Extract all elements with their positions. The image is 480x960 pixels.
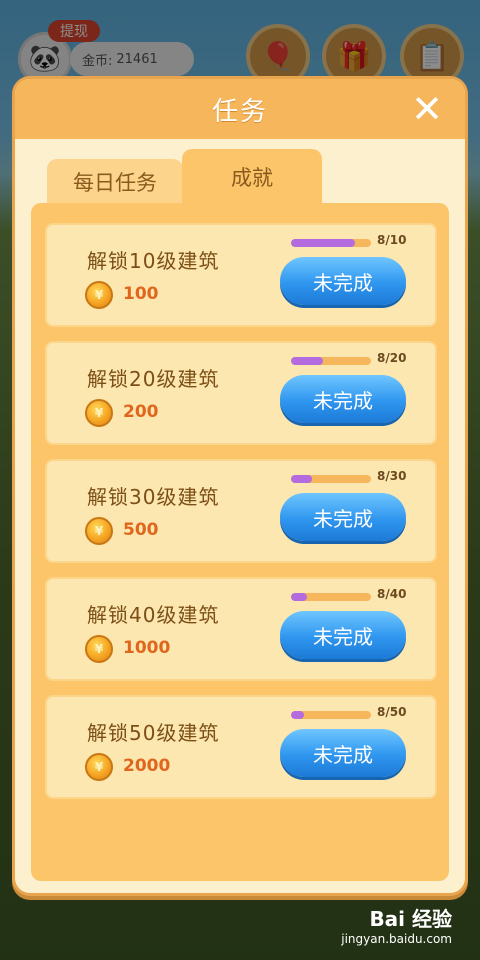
achievement-card: 解锁30级建筑 ¥ 500 8/30 未完成: [45, 459, 437, 563]
coin-icon: ¥: [85, 281, 113, 309]
reward-amount: 100: [123, 284, 159, 304]
tab-bar: 每日任务 成就: [47, 149, 447, 205]
progress-bar: [291, 475, 371, 483]
achievement-card: 解锁50级建筑 ¥ 2000 8/50 未完成: [45, 695, 437, 799]
incomplete-button[interactable]: 未完成: [280, 611, 406, 659]
achievement-title: 解锁20级建筑: [87, 367, 220, 391]
reward-amount: 200: [123, 402, 159, 422]
watermark-url: jingyan.baidu.com: [341, 932, 452, 946]
progress-bar: [291, 711, 371, 719]
achievement-card: 解锁10级建筑 ¥ 100 8/10 未完成: [45, 223, 437, 327]
progress-bar: [291, 357, 371, 365]
progress-fill: [291, 593, 307, 601]
modal-title: 任务: [211, 96, 268, 127]
coin-icon: ¥: [85, 517, 113, 545]
progress-fill: [291, 475, 313, 483]
progress-bar: [291, 239, 371, 247]
progress-text: 8/30: [377, 469, 407, 483]
incomplete-button[interactable]: 未完成: [280, 729, 406, 777]
progress-fill: [291, 239, 355, 247]
reward-amount: 1000: [123, 638, 171, 658]
progress-bar: [291, 593, 371, 601]
tab-achievements[interactable]: 成就: [182, 149, 322, 205]
achievement-list: 解锁10级建筑 ¥ 100 8/10 未完成 解锁20级建筑 ¥ 200 8/2…: [31, 203, 449, 881]
progress-text: 8/40: [377, 587, 407, 601]
achievement-title: 解锁50级建筑: [87, 721, 220, 745]
task-modal: 任务 ✕ 每日任务 成就 解锁10级建筑 ¥ 100 8/10 未完成 解锁20…: [12, 76, 468, 896]
tab-daily-tasks[interactable]: 每日任务: [47, 159, 183, 205]
incomplete-button[interactable]: 未完成: [280, 493, 406, 541]
coin-icon: ¥: [85, 753, 113, 781]
watermark: Bai 经验 jingyan.baidu.com: [341, 903, 452, 946]
incomplete-button[interactable]: 未完成: [280, 375, 406, 423]
progress-fill: [291, 711, 304, 719]
progress-text: 8/10: [377, 233, 407, 247]
coin-icon: ¥: [85, 635, 113, 663]
progress-fill: [291, 357, 323, 365]
reward-amount: 2000: [123, 756, 171, 776]
progress-text: 8/50: [377, 705, 407, 719]
achievement-title: 解锁10级建筑: [87, 249, 220, 273]
coin-icon: ¥: [85, 399, 113, 427]
modal-header: 任务 ✕: [15, 79, 465, 139]
watermark-logo-text: Bai 经验: [369, 907, 452, 931]
achievement-card: 解锁20级建筑 ¥ 200 8/20 未完成: [45, 341, 437, 445]
close-button[interactable]: ✕: [407, 89, 447, 129]
incomplete-button[interactable]: 未完成: [280, 257, 406, 305]
achievement-card: 解锁40级建筑 ¥ 1000 8/40 未完成: [45, 577, 437, 681]
achievement-title: 解锁40级建筑: [87, 603, 220, 627]
achievement-title: 解锁30级建筑: [87, 485, 220, 509]
reward-amount: 500: [123, 520, 159, 540]
progress-text: 8/20: [377, 351, 407, 365]
